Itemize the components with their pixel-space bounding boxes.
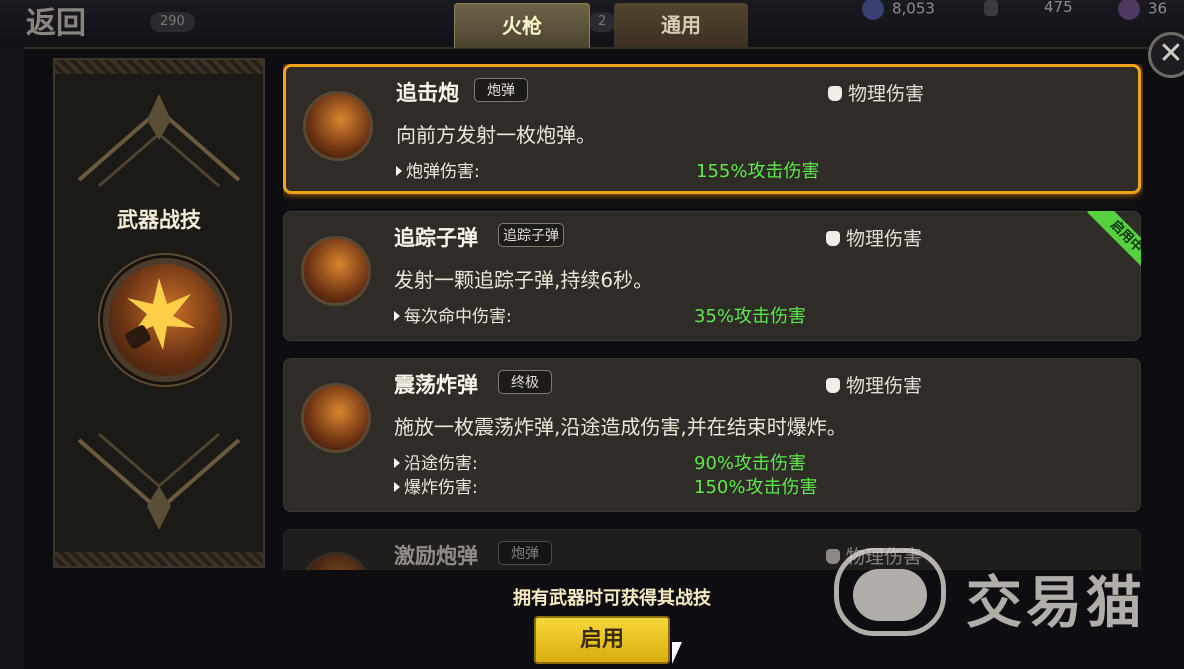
skill-name: 震荡炸弹: [394, 373, 478, 397]
skill-tag: 炮弹: [498, 541, 552, 565]
skill-name: 激励炮弹: [394, 544, 478, 568]
weapon-skill-sidebar: 武器战技: [53, 58, 265, 568]
damage-type: 物理伤害: [826, 224, 922, 251]
skill-description: 发射一颗追踪子弹,持续6秒。: [394, 268, 654, 292]
resource-lock: 475: [984, 0, 1073, 16]
resource-gem: 36: [1118, 0, 1167, 20]
skill-description: 向前方发射一枚炮弹。: [396, 123, 596, 147]
skill-card[interactable]: 追踪子弹 追踪子弹 物理伤害 发射一颗追踪子弹,持续6秒。 每次命中伤害: 35…: [283, 211, 1141, 341]
cat-logo-icon: [834, 548, 946, 636]
lock-icon: [984, 0, 998, 16]
back-button[interactable]: 返回: [26, 0, 86, 42]
ornament-strip: [55, 60, 263, 74]
resource-crystal: 8,053: [862, 0, 935, 20]
stat-label: 每次命中伤害:: [394, 302, 512, 327]
sidebar-title: 武器战技: [117, 208, 201, 232]
skill-card[interactable]: 震荡炸弹 终极 物理伤害 施放一枚震荡炸弹,沿途造成伤害,并在结束时爆炸。 沿途…: [283, 358, 1141, 512]
cannon-blast-icon: [103, 258, 227, 382]
skill-card[interactable]: 追击炮 炮弹 物理伤害 向前方发射一枚炮弹。 炮弹伤害: 155%攻击伤害: [283, 64, 1141, 194]
skill-tag: 终极: [498, 370, 552, 394]
level-badge: 2: [588, 12, 617, 32]
close-icon: ✕: [1158, 36, 1184, 71]
stat-value: 90%攻击伤害: [694, 453, 807, 474]
crystal-icon: [862, 0, 884, 20]
skill-tag: 追踪子弹: [498, 223, 564, 247]
tab-musket[interactable]: 火枪: [454, 3, 590, 48]
damage-type: 物理伤害: [828, 79, 924, 106]
pointer-cursor-icon: [672, 642, 682, 664]
top-bar: 返回 290 2 8,053 475 36: [0, 0, 1184, 46]
arrow-icon: [396, 166, 402, 176]
cannon-shot-icon: [303, 91, 373, 161]
equipped-ribbon: 启用中: [1079, 211, 1141, 273]
damage-type: 物理伤害: [826, 371, 922, 398]
level-badge: 290: [150, 12, 195, 32]
enable-button[interactable]: 启用: [534, 616, 670, 664]
ornament-top: [77, 94, 241, 188]
stat-label: 炮弹伤害:: [396, 157, 480, 182]
shock-bomb-icon: [301, 383, 371, 453]
ornament-strip: [55, 552, 263, 566]
ornament-bottom: [77, 432, 241, 530]
skill-name: 追击炮: [396, 81, 459, 105]
unlock-hint: 拥有武器时可获得其战技: [513, 588, 711, 609]
fist-icon: [828, 86, 842, 101]
watermark-text: 交易猫: [966, 571, 1146, 636]
skill-description: 施放一枚震荡炸弹,沿途造成伤害,并在结束时爆炸。: [394, 415, 847, 439]
skill-name: 追踪子弹: [394, 226, 478, 250]
skill-list[interactable]: 追击炮 炮弹 物理伤害 向前方发射一枚炮弹。 炮弹伤害: 155%攻击伤害 追踪…: [283, 64, 1143, 570]
stat-value: 150%攻击伤害: [694, 477, 818, 498]
stat-value: 155%攻击伤害: [696, 161, 820, 182]
fist-icon: [826, 378, 840, 393]
skill-tag: 炮弹: [474, 78, 528, 102]
tab-general[interactable]: 通用: [614, 3, 748, 47]
arrow-icon: [394, 311, 400, 321]
arrow-icon: [394, 482, 400, 492]
gem-icon: [1118, 0, 1140, 20]
stat-label: 沿途伤害:: [394, 449, 478, 474]
arrow-icon: [394, 458, 400, 468]
watermark: 交易猫: [834, 548, 1174, 640]
homing-bullet-icon: [301, 236, 371, 306]
stat-label: 爆炸伤害:: [394, 473, 478, 498]
stat-value: 35%攻击伤害: [694, 306, 807, 327]
fist-icon: [826, 231, 840, 246]
inspire-shell-icon: [301, 552, 371, 570]
